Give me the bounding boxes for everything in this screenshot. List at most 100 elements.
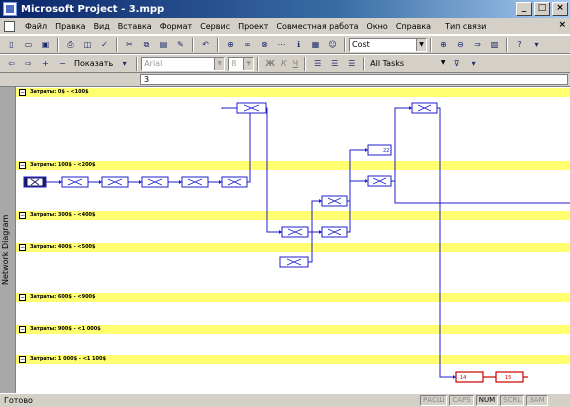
chevron-down-icon[interactable]: ▼ <box>214 57 225 70</box>
caps-indicator: CAPS <box>449 395 474 406</box>
chevron-down-icon[interactable]: ▾ <box>118 57 131 70</box>
spelling-icon[interactable]: ✓ <box>98 38 111 51</box>
menu-view[interactable]: Вид <box>90 22 114 31</box>
chevron-down-icon[interactable]: ▼ <box>243 57 254 70</box>
font-combo[interactable]: Arial ▼ <box>141 56 226 71</box>
save-icon[interactable]: ▣ <box>39 38 52 51</box>
link-line <box>237 107 251 183</box>
font-size-value: 8 <box>231 59 237 68</box>
close-button[interactable]: × <box>552 2 568 16</box>
open-icon[interactable]: ▭ <box>22 38 35 51</box>
overwrite-indicator: ЗАМ <box>526 395 548 406</box>
entry-bar: 3 <box>0 73 570 87</box>
view-label-bar: Network Diagram <box>0 87 16 393</box>
format-painter-icon[interactable]: ✎ <box>174 38 187 51</box>
menu-bar: Файл Правка Вид Вставка Формат Сервис Пр… <box>0 18 570 35</box>
italic-button[interactable]: К <box>278 59 290 68</box>
goto-task-icon[interactable]: ⇒ <box>471 38 484 51</box>
task-notes-icon[interactable]: ▦ <box>309 38 322 51</box>
toolbar-separator <box>192 37 194 52</box>
new-icon[interactable]: ▯ <box>5 38 18 51</box>
align-right-icon[interactable]: ☰ <box>345 57 358 70</box>
arrow-left-icon[interactable]: ⇦ <box>5 57 18 70</box>
align-center-icon[interactable]: ☰ <box>328 57 341 70</box>
underline-button[interactable]: Ч <box>290 59 301 68</box>
status-bar: Готово РАСШ CAPS NUM SCRL ЗАМ <box>0 393 570 407</box>
menu-help[interactable]: Справка <box>392 22 435 31</box>
help-icon[interactable]: ? <box>513 38 526 51</box>
font-value: Arial <box>144 59 163 68</box>
menu-format[interactable]: Формат <box>156 22 196 31</box>
scroll-indicator: SCRL <box>500 395 525 406</box>
chevron-down-icon[interactable]: ▼ <box>416 38 426 51</box>
plus-icon[interactable]: + <box>39 57 52 70</box>
task-id-label: 14 <box>460 375 466 381</box>
document-icon[interactable] <box>4 20 15 32</box>
menu-tools[interactable]: Сервис <box>196 22 234 31</box>
toolbar-options-icon[interactable]: ▾ <box>530 38 543 51</box>
link-tasks-icon[interactable]: ∞ <box>241 38 254 51</box>
copy-picture-icon[interactable]: ▧ <box>488 38 501 51</box>
chevron-down-icon[interactable]: ▼ <box>438 56 449 69</box>
link-line <box>308 232 313 263</box>
toolbar-separator <box>363 56 366 71</box>
print-preview-icon[interactable]: ◫ <box>81 38 94 51</box>
menu-window[interactable]: Окно <box>363 22 392 31</box>
toolbar-options-icon[interactable]: ▾ <box>467 57 480 70</box>
link-line <box>394 181 570 204</box>
zoom-in-icon[interactable]: ⊕ <box>437 38 450 51</box>
menu-collaborate[interactable]: Совместная работа <box>272 22 362 31</box>
network-diagram-canvas[interactable]: − Затраты: 0$ - <100$ − Затраты: 100$ - … <box>16 87 570 393</box>
toolbar-separator <box>344 37 346 52</box>
num-indicator: NUM <box>475 395 499 406</box>
arrow-right-icon[interactable]: ⇨ <box>22 57 35 70</box>
print-icon[interactable]: ⎙ <box>64 38 77 51</box>
toolbar-separator <box>136 56 139 71</box>
font-size-combo[interactable]: 8 ▼ <box>228 56 255 71</box>
help-question-field[interactable]: Тип связи <box>445 22 486 31</box>
undo-icon[interactable]: ↶ <box>199 38 212 51</box>
align-left-icon[interactable]: ☰ <box>311 57 324 70</box>
menu-file[interactable]: Файл <box>21 22 51 31</box>
window-title: Microsoft Project - 3.mpp <box>21 3 165 15</box>
menu-project[interactable]: Проект <box>234 22 272 31</box>
group-by-combo[interactable]: Cost ▼ <box>349 37 427 52</box>
autofilter-icon[interactable]: ⊽ <box>450 57 463 70</box>
maximize-button[interactable]: □ <box>534 2 550 16</box>
task-information-icon[interactable]: ℹ <box>292 38 305 51</box>
view-name-label: Network Diagram <box>1 214 10 286</box>
link-line <box>391 107 409 182</box>
toolbar-separator <box>57 37 59 52</box>
filter-value: All Tasks <box>370 59 405 68</box>
toolbar-separator <box>506 37 508 52</box>
paste-icon[interactable]: ▤ <box>157 38 170 51</box>
document-close-icon[interactable]: × <box>558 20 566 30</box>
insert-hyperlink-icon[interactable]: ⊕ <box>224 38 237 51</box>
cut-icon[interactable]: ✂ <box>123 38 136 51</box>
zoom-out-icon[interactable]: ⊖ <box>454 38 467 51</box>
filter-combo[interactable]: All Tasks ▼ <box>368 56 449 71</box>
project-app-icon[interactable] <box>3 2 17 16</box>
bold-button[interactable]: Ж <box>262 59 278 68</box>
copy-icon[interactable]: ⧉ <box>140 38 153 51</box>
link-line <box>221 107 251 183</box>
ext-indicator: РАСШ <box>420 395 448 406</box>
link-line <box>437 107 453 378</box>
unlink-tasks-icon[interactable]: ⊗ <box>258 38 271 51</box>
status-text: Готово <box>4 396 33 405</box>
toolbar-separator <box>304 56 307 71</box>
assign-resources-icon[interactable]: ☺ <box>326 38 339 51</box>
toolbar-separator <box>217 37 219 52</box>
minus-icon[interactable]: − <box>56 57 69 70</box>
menu-insert[interactable]: Вставка <box>114 22 156 31</box>
menu-edit[interactable]: Правка <box>51 22 89 31</box>
link-line <box>308 200 319 233</box>
toolbar-separator <box>257 56 260 71</box>
minimize-button[interactable]: _ <box>516 2 532 16</box>
show-button[interactable]: Показать <box>71 59 116 68</box>
toolbar-separator <box>116 37 118 52</box>
standard-toolbar: ▯ ▭ ▣ ⎙ ◫ ✓ ✂ ⧉ ▤ ✎ ↶ ⊕ ∞ ⊗ ⋯ ℹ ▦ ☺ Cost… <box>0 35 570 54</box>
split-task-icon[interactable]: ⋯ <box>275 38 288 51</box>
link-line <box>349 149 365 201</box>
entry-field[interactable]: 3 <box>140 74 568 85</box>
